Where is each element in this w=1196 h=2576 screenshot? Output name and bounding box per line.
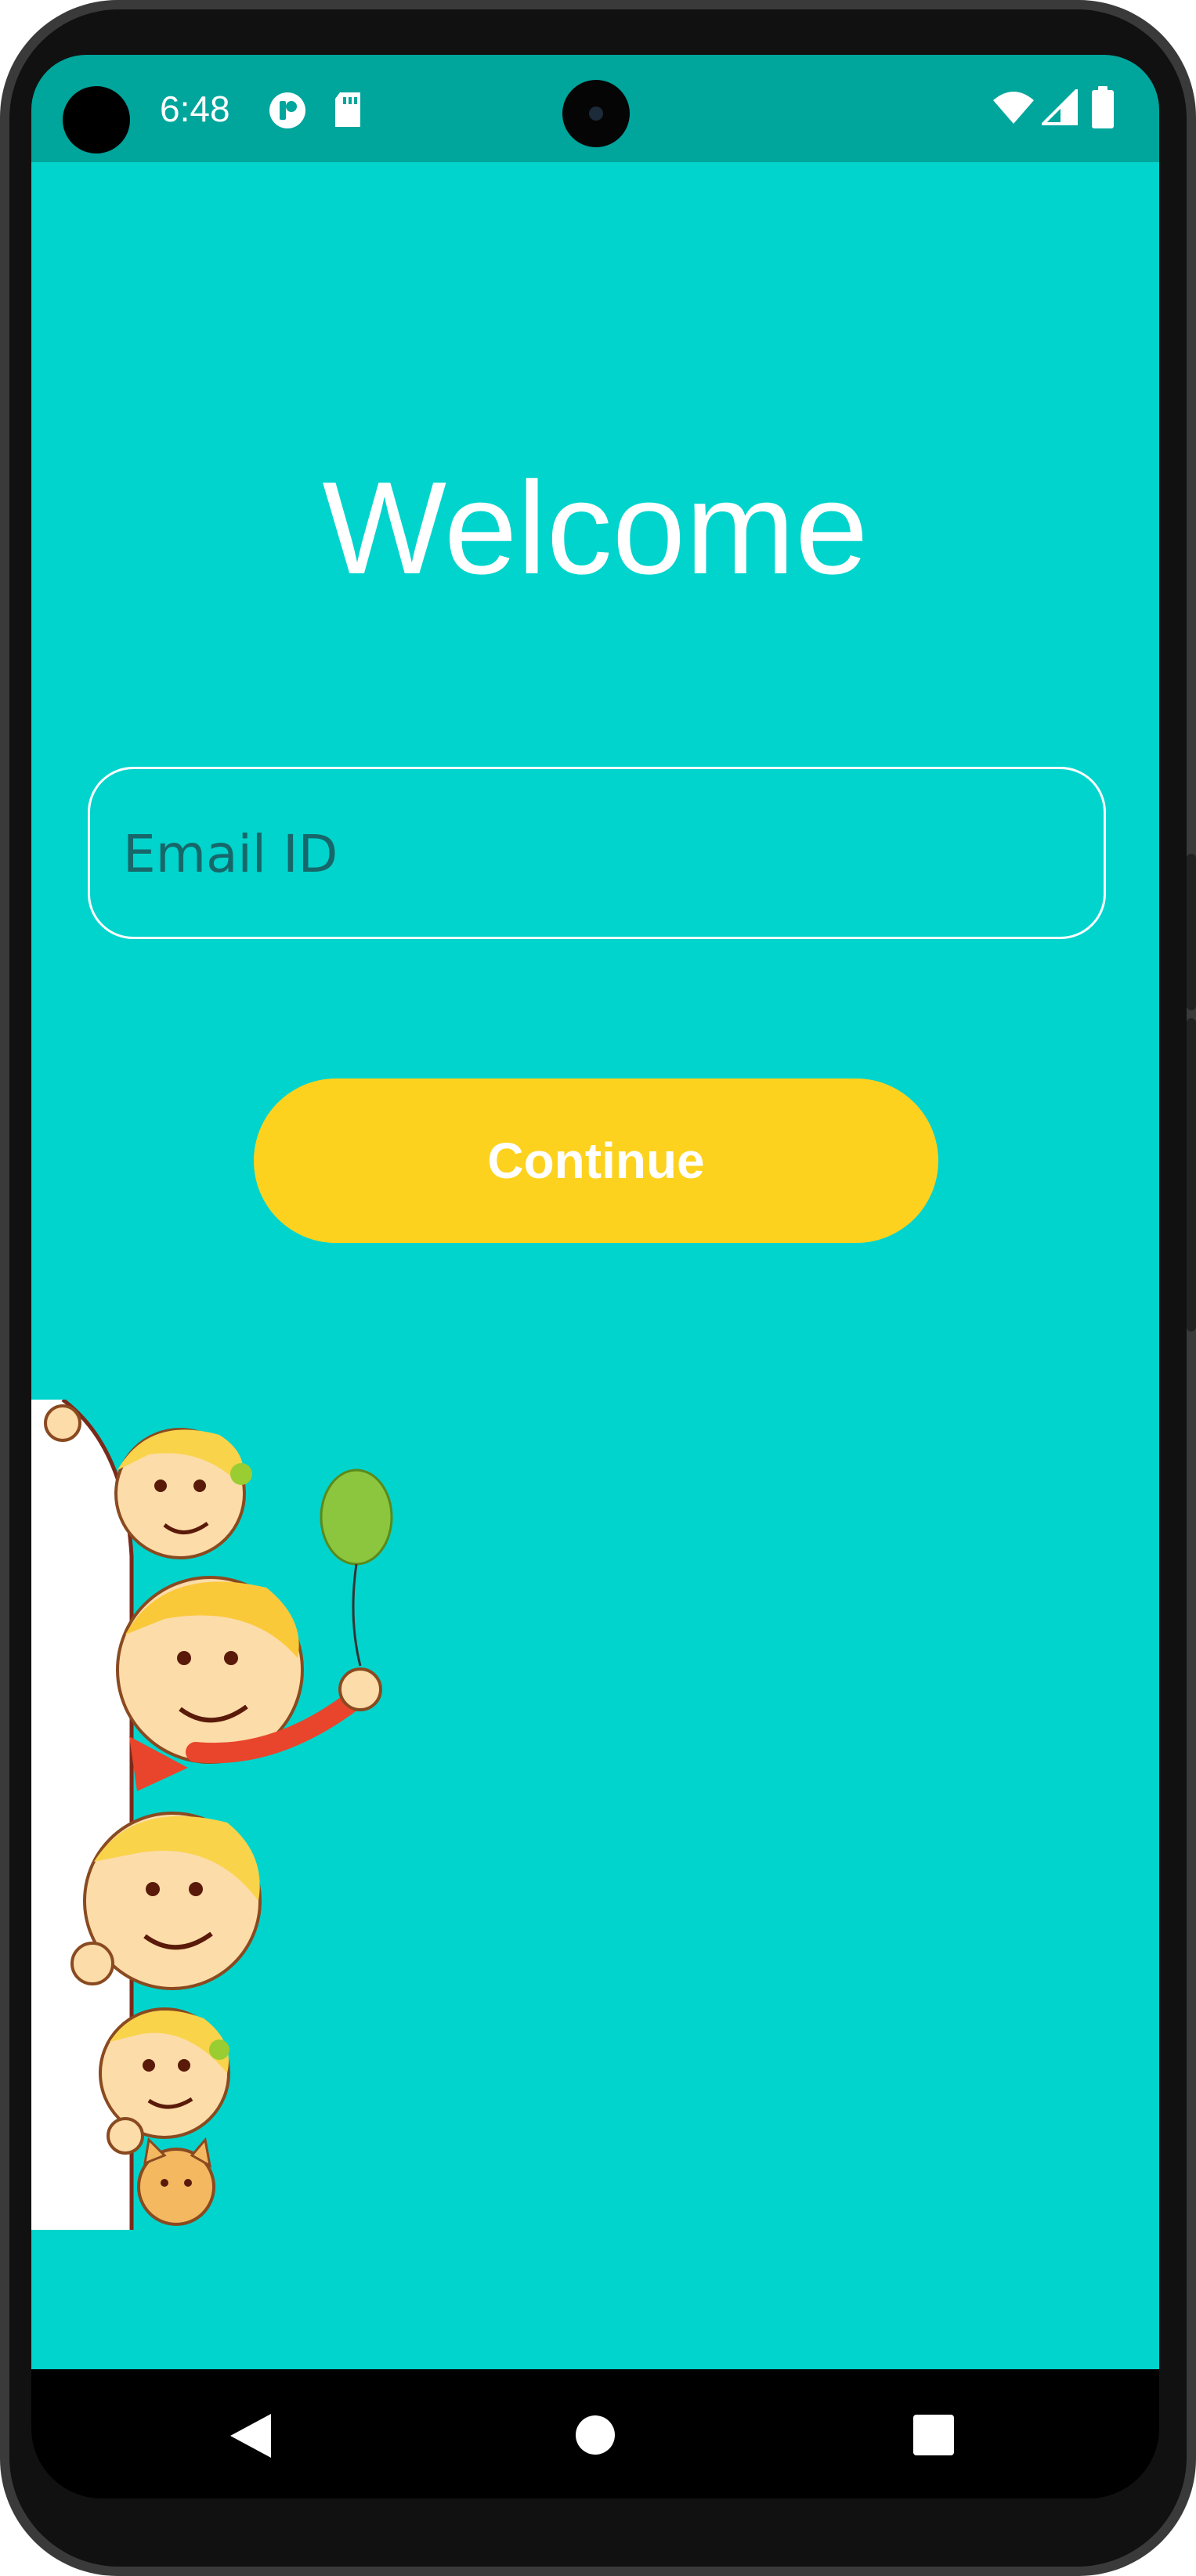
- cellular-signal-icon: [1042, 89, 1078, 125]
- wifi-icon: [993, 92, 1034, 124]
- battery-icon: [1092, 86, 1114, 128]
- navigation-bar: [31, 2369, 1159, 2498]
- email-field[interactable]: [88, 767, 1106, 939]
- sd-card-icon: [335, 92, 360, 127]
- phone-frame: 6:48 Welcome Email ID Continue: [0, 0, 1196, 2576]
- screen-recording-dot: [63, 86, 130, 154]
- volume-button: [1187, 1018, 1196, 1331]
- front-camera: [562, 80, 630, 147]
- recents-icon[interactable]: [913, 2415, 954, 2455]
- home-icon[interactable]: [575, 2415, 616, 2455]
- status-bar: 6:48: [31, 55, 1159, 162]
- screen: 6:48 Welcome Email ID Continue: [31, 55, 1159, 2498]
- email-input[interactable]: [121, 769, 1064, 938]
- power-button: [1187, 854, 1196, 1010]
- welcome-screen: Welcome Continue: [31, 162, 1159, 2369]
- continue-button[interactable]: Continue: [254, 1078, 938, 1243]
- page-title: Welcome: [322, 453, 869, 602]
- back-icon[interactable]: [229, 2412, 273, 2459]
- app-notification-icon: [269, 92, 305, 128]
- peeking-kids-illustration: [31, 1400, 393, 2230]
- status-time: 6:48: [160, 89, 230, 129]
